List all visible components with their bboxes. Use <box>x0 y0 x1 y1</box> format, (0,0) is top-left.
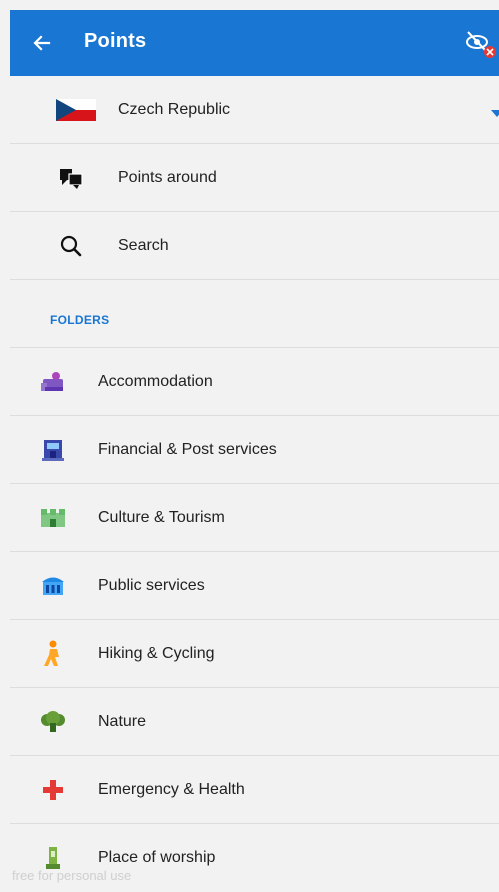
folder-label: Financial & Post services <box>98 440 277 458</box>
medical-cross-icon <box>38 775 68 805</box>
page-title: Points <box>84 30 147 52</box>
watermark-text: free for personal use <box>12 868 132 883</box>
folder-culture-tourism[interactable]: Culture & Tourism <box>10 484 499 552</box>
folder-accommodation[interactable]: Accommodation <box>10 348 499 416</box>
points-list: Czech Republic Points around Search FOLD… <box>10 76 499 892</box>
country-label: Czech Republic <box>118 100 231 118</box>
folder-hiking-cycling[interactable]: Hiking & Cycling <box>10 620 499 688</box>
folders-header-label: FOLDERS <box>50 313 110 327</box>
country-selector[interactable]: Czech Republic <box>10 76 499 144</box>
hiker-icon <box>38 639 68 669</box>
points-around-icon <box>56 163 86 193</box>
castle-icon <box>38 503 68 533</box>
app-bar: Points <box>10 10 499 76</box>
folder-nature[interactable]: Nature <box>10 688 499 756</box>
folder-label: Accommodation <box>98 372 213 390</box>
search-label: Search <box>118 236 169 254</box>
accommodation-icon <box>38 367 68 397</box>
folder-label: Culture & Tourism <box>98 508 225 526</box>
public-building-icon <box>38 571 68 601</box>
eye-crossed-icon <box>466 31 496 58</box>
chevron-down-icon <box>491 110 499 117</box>
toggle-visibility-button[interactable] <box>463 27 499 61</box>
folder-emergency-health[interactable]: Emergency & Health <box>10 756 499 824</box>
points-around-label: Points around <box>118 168 217 186</box>
czech-flag-icon <box>56 98 96 122</box>
folder-label: Nature <box>98 712 147 730</box>
folder-public-services[interactable]: Public services <box>10 552 499 620</box>
folder-label: Hiking & Cycling <box>98 644 215 662</box>
folder-financial-post[interactable]: Financial & Post services <box>10 416 499 484</box>
folder-label: Public services <box>98 576 205 594</box>
search-item[interactable]: Search <box>10 212 499 280</box>
search-icon <box>56 231 86 261</box>
back-button[interactable] <box>26 27 58 59</box>
folder-label: Emergency & Health <box>98 780 245 798</box>
bank-icon <box>38 435 68 465</box>
arrow-left-icon <box>33 35 51 51</box>
folders-section-header: FOLDERS <box>10 280 499 348</box>
folder-label: Place of worship <box>98 849 216 866</box>
points-around-item[interactable]: Points around <box>10 144 499 212</box>
tree-icon <box>38 707 68 737</box>
